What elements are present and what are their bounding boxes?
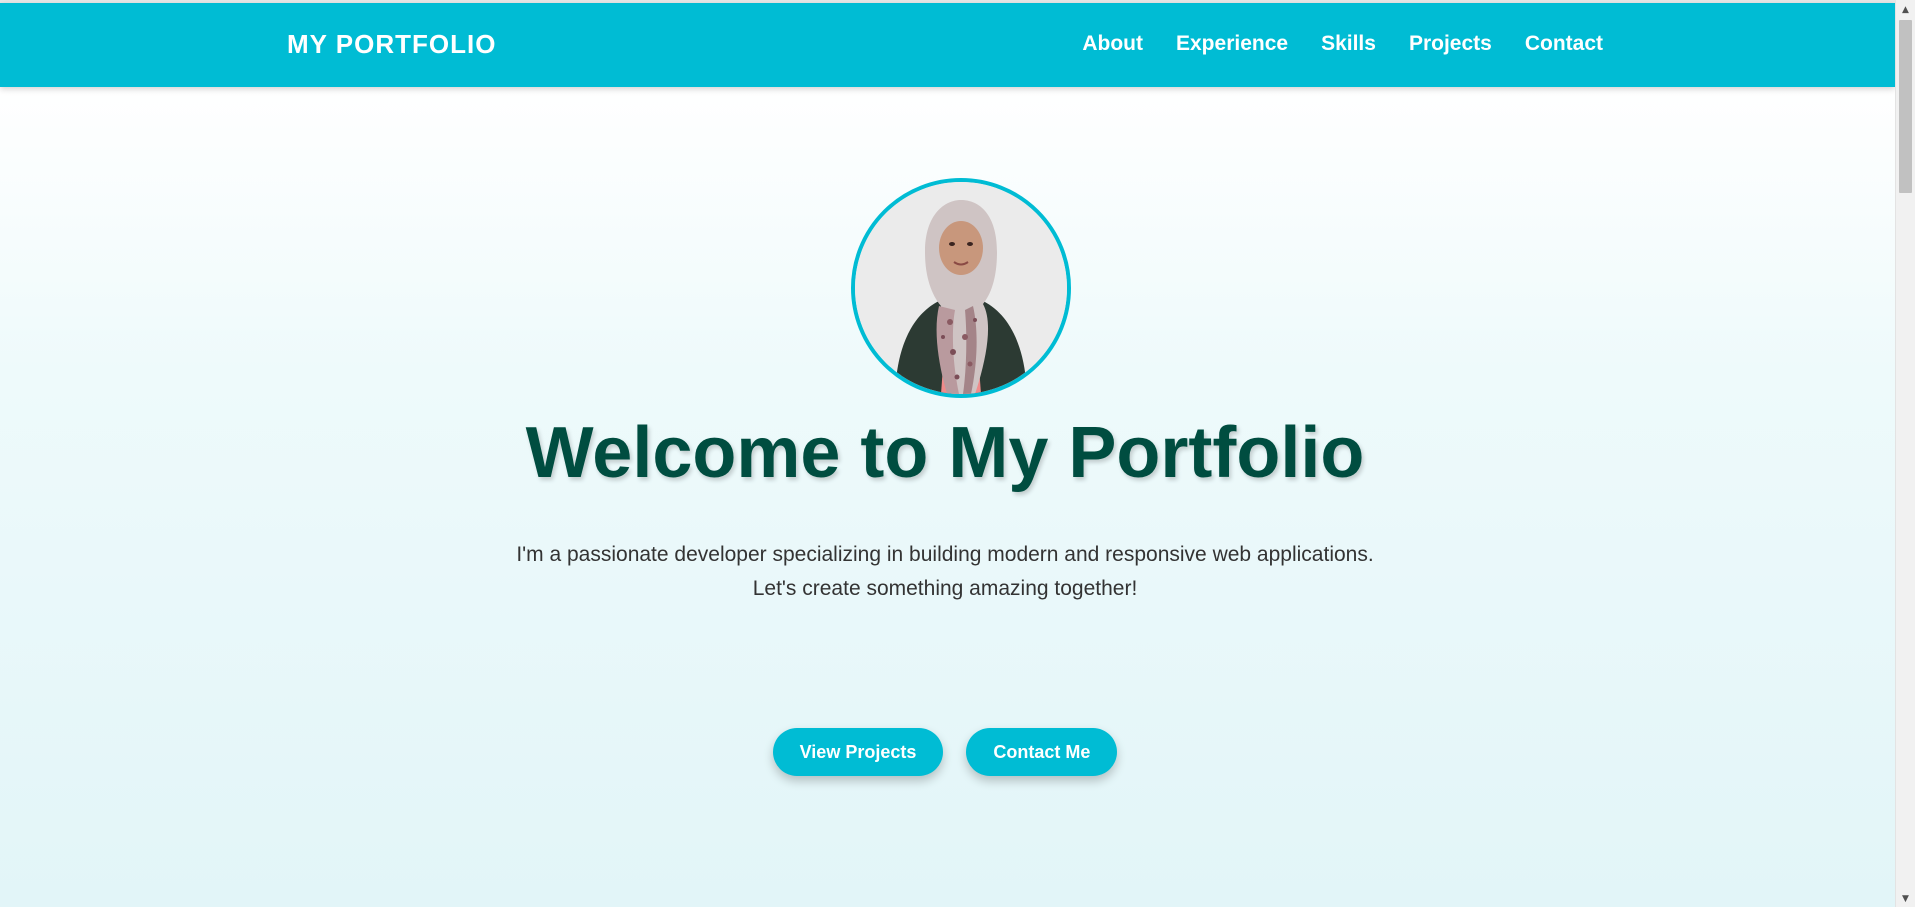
nav-link-skills[interactable]: Skills [1321,32,1376,56]
hero-title: Welcome to My Portfolio [525,413,1365,493]
nav-link-projects[interactable]: Projects [1409,32,1492,56]
hero-description: I'm a passionate developer specializing … [0,538,1890,606]
scroll-down-arrow-icon[interactable]: ▼ [1896,891,1915,907]
nav-link-contact[interactable]: Contact [1525,32,1603,56]
contact-me-button[interactable]: Contact Me [966,728,1118,776]
hero-description-line-2: Let's create something amazing together! [752,577,1138,600]
scroll-up-arrow-icon[interactable]: ▲ [1896,2,1915,18]
page: MY PORTFOLIO About Experience Skills Pro… [0,0,1915,907]
hero-button-row: View Projects Contact Me [0,728,1890,776]
navbar: MY PORTFOLIO About Experience Skills Pro… [0,3,1895,87]
profile-photo-illustration [855,182,1067,394]
brand-logo-link[interactable]: MY PORTFOLIO [287,29,496,60]
hero-section: Welcome to My Portfolio I'm a passionate… [0,87,1895,907]
hero-description-line-1: I'm a passionate developer specializing … [516,543,1374,566]
avatar [851,178,1071,398]
view-projects-button[interactable]: View Projects [772,728,944,776]
vertical-scrollbar[interactable]: ▲ ▼ [1895,0,1915,907]
scrollbar-thumb[interactable] [1899,20,1912,193]
nav-links: About Experience Skills Projects Contact [1082,32,1603,56]
nav-link-experience[interactable]: Experience [1176,32,1288,56]
nav-link-about[interactable]: About [1082,32,1143,56]
